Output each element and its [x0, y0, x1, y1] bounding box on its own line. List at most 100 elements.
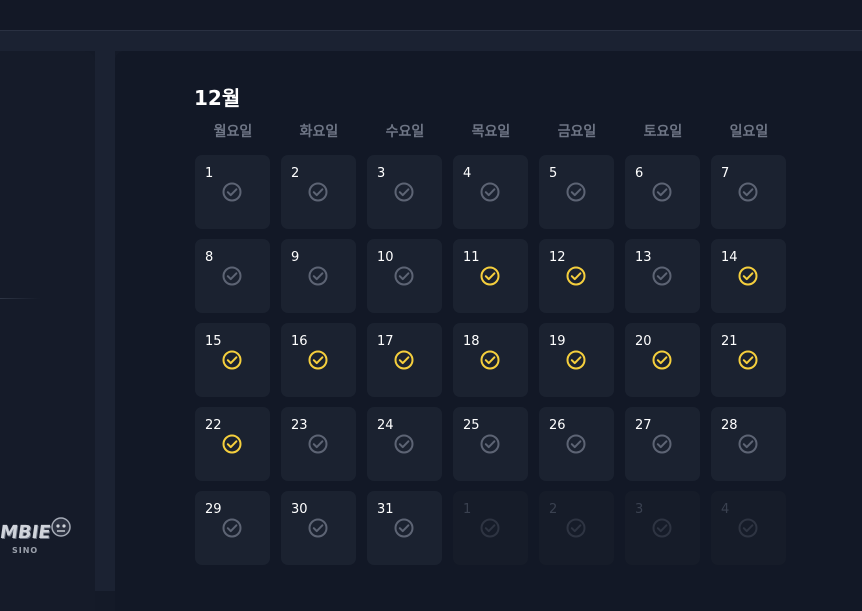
day-number: 28: [721, 418, 738, 433]
day-number: 7: [721, 166, 730, 181]
check-circle-icon: [566, 434, 586, 454]
day-cell[interactable]: 6: [625, 155, 700, 229]
day-number: 22: [205, 418, 222, 433]
check-circle-icon-active: [222, 434, 242, 454]
weekday-label: 월요일: [213, 124, 253, 140]
weekday-label: 목요일: [471, 124, 511, 140]
weekday-label: 금요일: [557, 124, 597, 140]
check-circle-icon: [308, 182, 328, 202]
day-cell[interactable]: 24: [367, 407, 442, 481]
check-circle-icon: [652, 434, 672, 454]
day-cell-outside-month: 4: [711, 491, 786, 565]
day-cell[interactable]: 28: [711, 407, 786, 481]
day-number: 24: [377, 418, 394, 433]
day-cell[interactable]: 20: [625, 323, 700, 397]
day-number: 1: [205, 166, 214, 181]
day-number: 8: [205, 250, 214, 265]
day-number: 26: [549, 418, 566, 433]
day-cell[interactable]: 16: [281, 323, 356, 397]
zombie-mascot-icon: [51, 517, 71, 537]
check-circle-icon: [480, 182, 500, 202]
day-cell[interactable]: 14: [711, 239, 786, 313]
day-number: 13: [635, 250, 652, 265]
day-cell[interactable]: 10: [367, 239, 442, 313]
casino-logo[interactable]: MBIE SINO: [0, 516, 74, 566]
check-circle-icon: [480, 518, 500, 538]
logo-subtext: SINO: [12, 546, 39, 555]
day-cell[interactable]: 7: [711, 155, 786, 229]
day-number: 12: [549, 250, 566, 265]
header-band: [0, 31, 862, 51]
day-cell[interactable]: 3: [367, 155, 442, 229]
day-number: 10: [377, 250, 394, 265]
check-circle-icon-active: [652, 350, 672, 370]
check-circle-icon: [222, 266, 242, 286]
day-number: 6: [635, 166, 644, 181]
month-title: 12월: [194, 86, 241, 110]
day-cell[interactable]: 21: [711, 323, 786, 397]
day-cell[interactable]: 25: [453, 407, 528, 481]
day-cell-outside-month: 1: [453, 491, 528, 565]
weekday-label: 화요일: [299, 124, 339, 140]
day-number: 15: [205, 334, 222, 349]
day-number: 19: [549, 334, 566, 349]
day-number: 30: [291, 502, 308, 517]
day-cell[interactable]: 31: [367, 491, 442, 565]
day-number: 11: [463, 250, 480, 265]
day-number: 3: [635, 502, 644, 517]
panel-gutter: [95, 51, 115, 591]
day-number: 9: [291, 250, 300, 265]
check-circle-icon: [652, 266, 672, 286]
day-cell[interactable]: 22: [195, 407, 270, 481]
day-cell[interactable]: 4: [453, 155, 528, 229]
day-number: 20: [635, 334, 652, 349]
day-number: 1: [463, 502, 472, 517]
day-number: 4: [463, 166, 472, 181]
weekday-label: 토요일: [643, 124, 683, 140]
day-cell[interactable]: 29: [195, 491, 270, 565]
day-cell-outside-month: 2: [539, 491, 614, 565]
check-circle-icon: [566, 182, 586, 202]
day-cell[interactable]: 13: [625, 239, 700, 313]
day-cell[interactable]: 12: [539, 239, 614, 313]
check-circle-icon: [222, 182, 242, 202]
day-cell[interactable]: 17: [367, 323, 442, 397]
day-cell[interactable]: 30: [281, 491, 356, 565]
day-number: 27: [635, 418, 652, 433]
day-number: 14: [721, 250, 738, 265]
day-cell[interactable]: 18: [453, 323, 528, 397]
day-number: 16: [291, 334, 308, 349]
check-circle-icon: [738, 434, 758, 454]
day-cell[interactable]: 11: [453, 239, 528, 313]
day-cell[interactable]: 2: [281, 155, 356, 229]
check-circle-icon-active: [480, 350, 500, 370]
day-number: 23: [291, 418, 308, 433]
check-circle-icon: [480, 434, 500, 454]
top-bar: [0, 0, 862, 31]
check-circle-icon-active: [738, 350, 758, 370]
day-cell[interactable]: 19: [539, 323, 614, 397]
check-circle-icon: [308, 434, 328, 454]
check-circle-icon-active: [566, 266, 586, 286]
day-cell[interactable]: 15: [195, 323, 270, 397]
check-circle-icon: [308, 518, 328, 538]
weekday-label: 일요일: [729, 124, 769, 140]
day-cell[interactable]: 8: [195, 239, 270, 313]
check-circle-icon: [738, 518, 758, 538]
check-circle-icon: [738, 182, 758, 202]
day-cell[interactable]: 9: [281, 239, 356, 313]
day-number: 2: [291, 166, 300, 181]
day-cell[interactable]: 26: [539, 407, 614, 481]
day-cell[interactable]: 23: [281, 407, 356, 481]
check-circle-icon: [566, 518, 586, 538]
day-cell[interactable]: 1: [195, 155, 270, 229]
logo-text: MBIE: [0, 522, 53, 543]
day-number: 5: [549, 166, 558, 181]
check-circle-icon: [652, 518, 672, 538]
check-circle-icon: [652, 182, 672, 202]
day-cell[interactable]: 27: [625, 407, 700, 481]
check-circle-icon: [394, 266, 414, 286]
day-cell[interactable]: 5: [539, 155, 614, 229]
check-circle-icon-active: [480, 266, 500, 286]
day-number: 18: [463, 334, 480, 349]
